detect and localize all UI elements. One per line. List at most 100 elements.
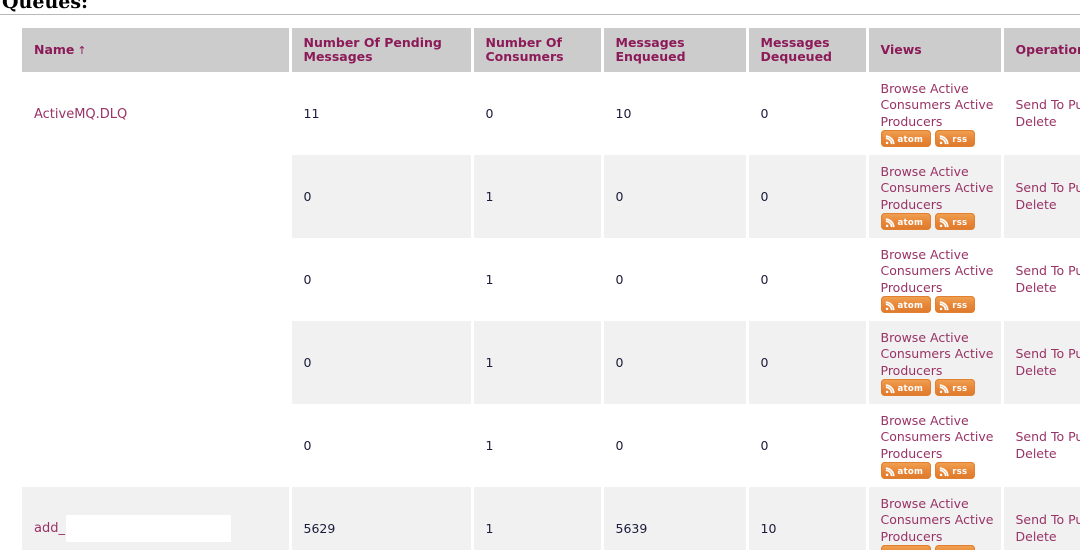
pending-messages-cell: 0 <box>290 321 474 404</box>
messages-enqueued-cell: 0 <box>602 321 749 404</box>
messages-enqueued-cell: 5639 <box>602 487 749 550</box>
queue-name-cell <box>22 238 292 321</box>
view-link-browse[interactable]: Browse <box>881 330 927 345</box>
operation-link-delete[interactable]: Delete <box>1016 363 1057 378</box>
feed-link-rss[interactable]: rss <box>935 545 976 550</box>
queues-page: Queues: Name ↑ Number Of Pending Messages… <box>0 0 1080 550</box>
feed-label: atom <box>897 300 924 311</box>
table-row: 0 1 0 0 Browse Active Consumers Active Produ… <box>22 404 1080 487</box>
feed-link-atom[interactable]: atom <box>880 462 932 479</box>
feed-label: rss <box>952 300 968 311</box>
view-link-browse[interactable]: Browse <box>881 496 927 511</box>
operations-cell: Send To Purge Delete <box>1002 321 1080 404</box>
feed-link-atom[interactable]: atom <box>880 296 932 313</box>
sort-ascending-icon: ↑ <box>77 43 87 57</box>
consumers-cell: 1 <box>472 404 604 487</box>
table-body: ActiveMQ.DLQ 11 0 10 0 Browse Active Consumer… <box>22 72 1080 550</box>
operation-link-send-to[interactable]: Send To <box>1016 346 1065 361</box>
queues-table: Name ↑ Number Of Pending Messages Number … <box>22 28 1080 550</box>
title-divider <box>0 14 1080 15</box>
feed-label: rss <box>952 134 968 145</box>
queue-name-link[interactable]: ActiveMQ.DLQ <box>34 107 127 122</box>
messages-enqueued-cell: 0 <box>602 238 749 321</box>
table-row: add_ 5629 1 5639 10 Browse Active Consumers A… <box>22 487 1080 550</box>
feed-link-rss[interactable]: rss <box>935 379 976 396</box>
column-header-operations: Operations <box>1002 28 1080 72</box>
operation-link-purge[interactable]: Purge <box>1068 97 1080 112</box>
views-links: Browse Active Consumers Active Producers <box>881 164 1001 214</box>
views-links: Browse Active Consumers Active Producers <box>881 81 1001 131</box>
page-title: Queues: <box>2 0 89 13</box>
rss-icon <box>885 134 895 144</box>
operation-link-purge[interactable]: Purge <box>1068 346 1080 361</box>
feed-links: atom rss <box>880 296 1001 313</box>
operation-link-delete[interactable]: Delete <box>1016 446 1057 461</box>
view-link-browse[interactable]: Browse <box>881 81 927 96</box>
operation-link-delete[interactable]: Delete <box>1016 197 1057 212</box>
feed-link-atom[interactable]: atom <box>880 213 932 230</box>
column-header-pending-messages[interactable]: Number Of Pending Messages <box>290 28 474 72</box>
consumers-cell: 0 <box>472 72 604 155</box>
views-links: Browse Active Consumers Active Producers <box>881 330 1001 380</box>
rss-icon <box>940 300 949 310</box>
operation-link-send-to[interactable]: Send To <box>1016 429 1065 444</box>
feed-label: atom <box>897 383 924 394</box>
redacted-name-field <box>65 515 231 542</box>
table-row: 0 1 0 0 Browse Active Consumers Active Produ… <box>22 238 1080 321</box>
column-header-name[interactable]: Name ↑ <box>22 28 292 72</box>
column-header-label: Name <box>34 41 75 57</box>
column-header-messages-dequeued[interactable]: Messages Dequeued <box>747 28 869 72</box>
consumers-cell: 1 <box>472 238 604 321</box>
view-link-browse[interactable]: Browse <box>881 164 927 179</box>
operation-link-purge[interactable]: Purge <box>1068 263 1080 278</box>
views-cell: Browse Active Consumers Active Producers… <box>867 238 1004 321</box>
table-row: 0 1 0 0 Browse Active Consumers Active Produ… <box>22 155 1080 238</box>
rss-icon <box>940 217 949 227</box>
feed-links: atom rss <box>880 379 1001 396</box>
operation-link-send-to[interactable]: Send To <box>1016 180 1065 195</box>
column-header-consumers[interactable]: Number Of Consumers <box>472 28 604 72</box>
pending-messages-cell: 11 <box>290 72 474 155</box>
column-header-messages-enqueued[interactable]: Messages Enqueued <box>602 28 749 72</box>
view-link-browse[interactable]: Browse <box>881 413 927 428</box>
operation-link-delete[interactable]: Delete <box>1016 529 1057 544</box>
operation-link-send-to[interactable]: Send To <box>1016 512 1065 527</box>
operation-link-purge[interactable]: Purge <box>1068 180 1080 195</box>
feed-link-atom[interactable]: atom <box>880 379 932 396</box>
views-cell: Browse Active Consumers Active Producers… <box>867 155 1004 238</box>
operation-link-send-to[interactable]: Send To <box>1016 263 1065 278</box>
feed-label: atom <box>897 134 924 145</box>
feed-link-atom[interactable]: atom <box>880 130 932 147</box>
consumers-cell: 1 <box>472 321 604 404</box>
operations-cell: Send To Purge Delete <box>1002 487 1080 550</box>
operations-cell: Send To Purge Delete <box>1002 72 1080 155</box>
feed-label: atom <box>897 217 924 228</box>
table-header-row: Name ↑ Number Of Pending Messages Number … <box>22 28 1080 72</box>
pending-messages-cell: 5629 <box>290 487 474 550</box>
pending-messages-cell: 0 <box>290 238 474 321</box>
feed-link-rss[interactable]: rss <box>935 213 976 230</box>
feed-link-rss[interactable]: rss <box>935 296 976 313</box>
feed-link-rss[interactable]: rss <box>935 130 976 147</box>
operation-link-purge[interactable]: Purge <box>1068 512 1080 527</box>
pending-messages-cell: 0 <box>290 155 474 238</box>
operations-cell: Send To Purge Delete <box>1002 404 1080 487</box>
rss-icon <box>885 383 895 393</box>
operation-link-delete[interactable]: Delete <box>1016 280 1057 295</box>
rss-icon <box>940 383 949 393</box>
operation-link-delete[interactable]: Delete <box>1016 114 1057 129</box>
feed-link-rss[interactable]: rss <box>935 462 976 479</box>
views-cell: Browse Active Consumers Active Producers… <box>867 321 1004 404</box>
queue-name-link[interactable]: add_ <box>34 521 65 536</box>
views-links: Browse Active Consumers Active Producers <box>881 496 1001 546</box>
feed-link-atom[interactable]: atom <box>880 545 932 550</box>
view-link-browse[interactable]: Browse <box>881 247 927 262</box>
operation-link-purge[interactable]: Purge <box>1068 429 1080 444</box>
rss-icon <box>885 466 895 476</box>
messages-enqueued-cell: 0 <box>602 404 749 487</box>
feed-label: rss <box>952 383 968 394</box>
operations-cell: Send To Purge Delete <box>1002 238 1080 321</box>
operation-link-send-to[interactable]: Send To <box>1016 97 1065 112</box>
messages-dequeued-cell: 10 <box>747 487 869 550</box>
operations-cell: Send To Purge Delete <box>1002 155 1080 238</box>
